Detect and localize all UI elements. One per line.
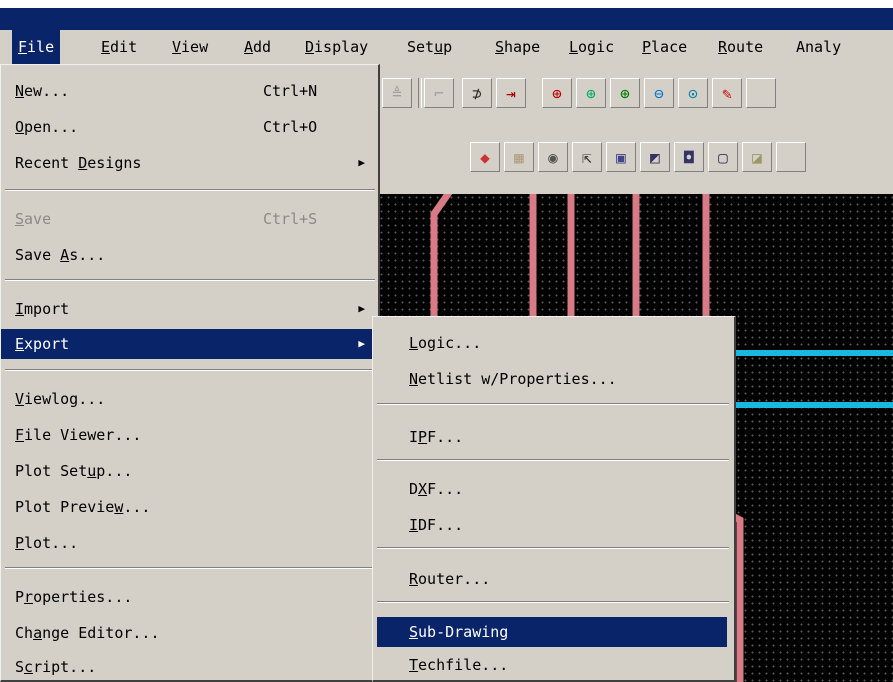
menu-separator — [5, 369, 375, 371]
menu-separator — [377, 601, 729, 603]
menu-separator — [5, 189, 375, 191]
menu-view[interactable]: View — [166, 30, 214, 64]
zoom-world-icon[interactable]: ⊙ — [678, 78, 708, 108]
pad-icon[interactable]: ▦ — [504, 142, 534, 172]
toolbar-separator — [418, 78, 422, 108]
toolbar-bottom: ◆ ▦ ◉ ⇱ ▣ ◩ ◘ ▢ ◪ — [378, 126, 893, 194]
menu-edit[interactable]: Edit — [95, 30, 143, 64]
menu-bar: File Edit View Add Display Setup Shape L… — [0, 30, 893, 65]
menu-item-import[interactable]: Import ▶ — [1, 295, 379, 323]
menu-item-idf[interactable]: IDF... — [373, 511, 733, 539]
menu-file[interactable]: File — [12, 30, 61, 64]
menu-item-change-editor[interactable]: Change Editor... — [1, 619, 379, 647]
menu-item-plot-setup[interactable]: Plot Setup... — [1, 457, 379, 485]
menu-item-file-viewer[interactable]: File Viewer... — [1, 421, 379, 449]
menu-item-save[interactable]: Save Ctrl+S — [1, 205, 379, 233]
menu-add[interactable]: Add — [238, 30, 277, 64]
menu-item-sub-drawing[interactable]: Sub-Drawing — [377, 617, 727, 647]
submenu-arrow-icon: ▶ — [358, 156, 365, 169]
connect-icon[interactable]: ⇥ — [496, 78, 526, 108]
menu-item-new[interactable]: New... Ctrl+N — [1, 77, 379, 105]
menu-route[interactable]: Route — [712, 30, 769, 64]
menu-separator — [377, 459, 729, 461]
menu-item-ipf[interactable]: IPF... — [373, 423, 733, 451]
file-menu: New... Ctrl+N Open... Ctrl+O Recent Desi… — [0, 64, 380, 682]
pin-icon[interactable]: ⊅ — [462, 78, 492, 108]
zoom-fit-icon[interactable]: ⊕ — [576, 78, 606, 108]
menu-item-recent-designs[interactable]: Recent Designs ▶ — [1, 149, 379, 177]
undo-icon[interactable]: ≜ — [382, 78, 412, 108]
zoom-out-icon[interactable]: ⊖ — [644, 78, 674, 108]
menu-display[interactable]: Display — [299, 30, 374, 64]
zoom-in-icon[interactable]: ⊕ — [610, 78, 640, 108]
menu-item-script[interactable]: Script... — [1, 653, 379, 681]
via-icon[interactable]: ◉ — [538, 142, 568, 172]
menu-item-techfile[interactable]: Techfile... — [373, 651, 733, 679]
fill-icon[interactable]: ◪ — [742, 142, 772, 172]
menu-item-viewlog[interactable]: Viewlog... — [1, 385, 379, 413]
menu-item-export[interactable]: Export ▶ — [1, 329, 379, 359]
highlight-icon[interactable]: ✎ — [712, 78, 742, 108]
submenu-arrow-icon: ▶ — [358, 337, 365, 350]
menu-separator — [377, 547, 729, 549]
outline-icon[interactable]: ▢ — [708, 142, 738, 172]
menu-shape[interactable]: Shape — [489, 30, 546, 64]
frame-icon[interactable]: ◘ — [674, 142, 704, 172]
menu-separator — [377, 403, 729, 405]
redo-icon[interactable]: ⌐ — [424, 78, 454, 108]
submenu-arrow-icon: ▶ — [358, 302, 365, 315]
toolbar-top: ≜ ⌐ ⊅ ⇥ ⊕ ⊕ ⊕ ⊖ ⊙ ✎ — [378, 64, 893, 126]
menu-item-save-as[interactable]: Save As... — [1, 241, 379, 269]
menu-item-plot-preview[interactable]: Plot Preview... — [1, 493, 379, 521]
pointer-icon[interactable]: ⇱ — [572, 142, 602, 172]
zoom-points-icon[interactable]: ⊕ — [542, 78, 572, 108]
menu-separator — [5, 567, 375, 569]
menu-item-open[interactable]: Open... Ctrl+O — [1, 113, 379, 141]
menu-place[interactable]: Place — [636, 30, 693, 64]
title-band — [0, 8, 893, 30]
export-submenu: Logic... Netlist w/Properties... IPF... … — [372, 316, 736, 682]
menu-item-router[interactable]: Router... — [373, 565, 733, 593]
toolbar-button[interactable] — [746, 78, 776, 108]
menu-item-logic[interactable]: Logic... — [373, 329, 733, 357]
title-bar — [0, 0, 893, 30]
menu-item-netlist[interactable]: Netlist w/Properties... — [373, 365, 733, 393]
menu-item-plot[interactable]: Plot... — [1, 529, 379, 557]
menu-item-properties[interactable]: Properties... — [1, 583, 379, 611]
menu-setup[interactable]: Setup — [401, 30, 458, 64]
menu-item-dxf[interactable]: DXF... — [373, 475, 733, 503]
menu-separator — [5, 279, 375, 281]
shape-icon[interactable]: ◆ — [470, 142, 500, 172]
layer-icon[interactable]: ▣ — [606, 142, 636, 172]
select-area-icon[interactable]: ◩ — [640, 142, 670, 172]
menu-analyze[interactable]: Analy — [790, 30, 847, 64]
toolbar-button[interactable] — [776, 142, 806, 172]
menu-logic[interactable]: Logic — [563, 30, 620, 64]
